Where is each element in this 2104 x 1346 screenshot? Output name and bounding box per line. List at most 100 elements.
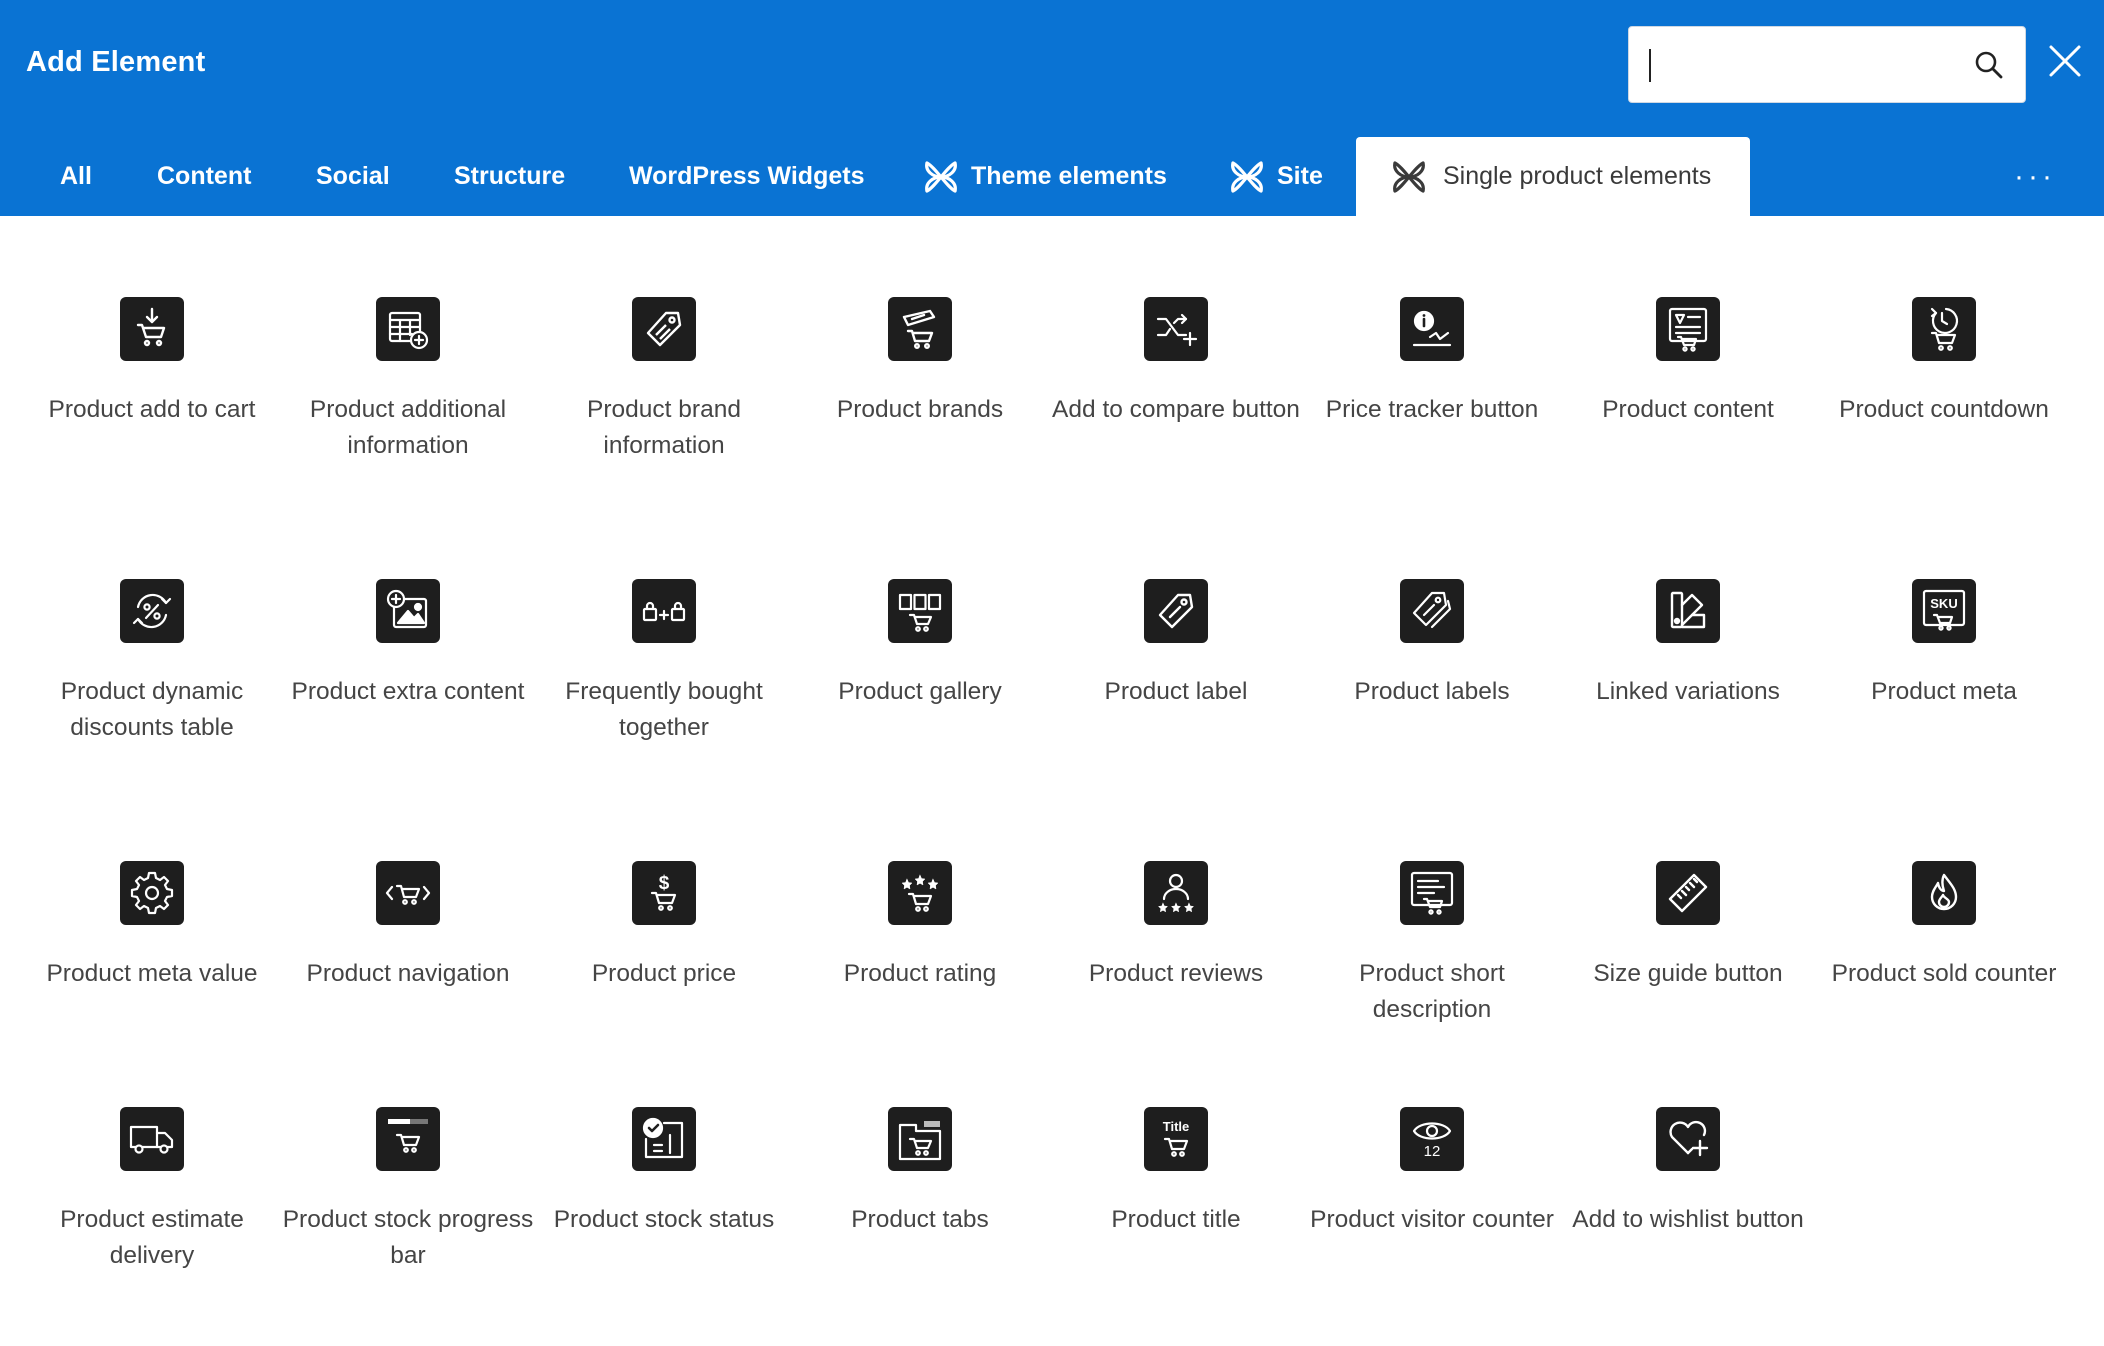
element-product-meta[interactable]: SKU Product meta bbox=[1816, 579, 2072, 710]
icon-counter-text: 12 bbox=[1424, 1143, 1441, 1160]
element-product-title[interactable]: Title Product title bbox=[1048, 1107, 1304, 1238]
dialog-header: Add Element All Content Social Structure… bbox=[0, 0, 2104, 216]
table-plus-icon bbox=[376, 297, 440, 361]
tab-site[interactable]: Site bbox=[1227, 137, 1323, 216]
element-product-add-to-cart[interactable]: Product add to cart bbox=[24, 297, 280, 428]
element-label: Product content bbox=[1602, 396, 1774, 423]
element-label: Product extra content bbox=[291, 678, 525, 705]
element-frequently-bought-together[interactable]: Frequently bought together bbox=[536, 579, 792, 746]
element-product-additional-information[interactable]: Product additional information bbox=[280, 297, 536, 464]
element-label: Product reviews bbox=[1088, 960, 1264, 987]
element-grid: Product add to cart Product additional i… bbox=[0, 216, 2104, 1346]
element-product-brand-information[interactable]: Product brand information bbox=[536, 297, 792, 464]
element-product-short-description[interactable]: Product short description bbox=[1304, 861, 1560, 1028]
element-product-rating[interactable]: Product rating bbox=[792, 861, 1048, 992]
progress-cart-icon bbox=[376, 1107, 440, 1171]
content-cart-icon bbox=[1656, 297, 1720, 361]
element-product-price[interactable]: $ Product price bbox=[536, 861, 792, 992]
tab-wordpress-widgets[interactable]: WordPress Widgets bbox=[629, 137, 864, 216]
more-tabs-button[interactable]: ··· bbox=[2005, 137, 2065, 216]
element-label: Price tracker button bbox=[1325, 396, 1539, 423]
truck-icon bbox=[120, 1107, 184, 1171]
percent-cycle-icon bbox=[120, 579, 184, 643]
element-product-brands[interactable]: Product brands bbox=[792, 297, 1048, 428]
element-product-stock-status[interactable]: Product stock status bbox=[536, 1107, 792, 1238]
sku-cart-icon: SKU bbox=[1912, 579, 1976, 643]
element-product-labels[interactable]: Product labels bbox=[1304, 579, 1560, 710]
description-cart-icon bbox=[1400, 861, 1464, 925]
theme-builder-icon bbox=[1231, 160, 1263, 193]
heart-plus-icon bbox=[1656, 1107, 1720, 1171]
search-icon[interactable] bbox=[1973, 49, 2005, 81]
search-input[interactable] bbox=[1643, 41, 1963, 89]
element-add-to-wishlist-button[interactable]: Add to wishlist button bbox=[1560, 1107, 1816, 1238]
tab-label: Social bbox=[316, 162, 390, 190]
element-label: Product visitor counter bbox=[1310, 1206, 1554, 1233]
element-product-dynamic-discounts-table[interactable]: Product dynamic discounts table bbox=[24, 579, 280, 746]
image-plus-icon bbox=[376, 579, 440, 643]
element-product-label[interactable]: Product label bbox=[1048, 579, 1304, 710]
tabs-cart-icon bbox=[888, 1107, 952, 1171]
element-product-sold-counter[interactable]: Product sold counter bbox=[1816, 861, 2072, 992]
element-label: Product estimate delivery bbox=[60, 1206, 244, 1269]
element-product-content[interactable]: Product content bbox=[1560, 297, 1816, 428]
info-chart-icon bbox=[1400, 297, 1464, 361]
element-label: Product price bbox=[591, 960, 737, 987]
element-product-stock-progress-bar[interactable]: Product stock progress bar bbox=[280, 1107, 536, 1274]
element-product-meta-value[interactable]: Product meta value bbox=[24, 861, 280, 992]
svg-text:$: $ bbox=[659, 873, 670, 894]
tab-social[interactable]: Social bbox=[316, 137, 390, 216]
tab-theme-elements[interactable]: Theme elements bbox=[921, 137, 1167, 216]
theme-builder-icon bbox=[925, 160, 957, 193]
cart-download-icon bbox=[120, 297, 184, 361]
element-label: Size guide button bbox=[1593, 960, 1783, 987]
tab-structure[interactable]: Structure bbox=[454, 137, 565, 216]
search-box[interactable] bbox=[1628, 26, 2026, 103]
user-stars-icon bbox=[1144, 861, 1208, 925]
label-icon bbox=[1144, 579, 1208, 643]
tab-label: Single product elements bbox=[1443, 162, 1712, 190]
element-label: Product stock status bbox=[553, 1206, 775, 1233]
element-product-navigation[interactable]: Product navigation bbox=[280, 861, 536, 992]
element-size-guide-button[interactable]: Size guide button bbox=[1560, 861, 1816, 992]
element-product-extra-content[interactable]: Product extra content bbox=[280, 579, 536, 710]
element-label: Frequently bought together bbox=[565, 678, 763, 741]
tab-label: All bbox=[60, 162, 92, 190]
element-price-tracker-button[interactable]: Price tracker button bbox=[1304, 297, 1560, 428]
element-label: Product add to cart bbox=[48, 396, 256, 423]
gear-icon bbox=[120, 861, 184, 925]
element-label: Product additional information bbox=[309, 396, 507, 459]
tab-label: Structure bbox=[454, 162, 566, 190]
element-label: Product stock progress bar bbox=[282, 1206, 534, 1269]
shuffle-plus-icon bbox=[1144, 297, 1208, 361]
element-add-to-compare-button[interactable]: Add to compare button bbox=[1048, 297, 1304, 428]
close-icon[interactable] bbox=[2044, 40, 2086, 82]
element-product-tabs[interactable]: Product tabs bbox=[792, 1107, 1048, 1238]
flame-icon bbox=[1912, 861, 1976, 925]
element-product-countdown[interactable]: Product countdown bbox=[1816, 297, 2072, 428]
element-label: Add to compare button bbox=[1052, 396, 1300, 423]
dollar-cart-icon: $ bbox=[632, 861, 696, 925]
element-linked-variations[interactable]: Linked variations bbox=[1560, 579, 1816, 710]
element-label: Product labels bbox=[1354, 678, 1510, 705]
element-product-visitor-counter[interactable]: 12 Product visitor counter bbox=[1304, 1107, 1560, 1238]
element-label: Product rating bbox=[843, 960, 997, 987]
element-label: Product navigation bbox=[306, 960, 510, 987]
element-label: Product title bbox=[1111, 1206, 1241, 1233]
tab-label: Theme elements bbox=[971, 162, 1167, 190]
element-product-estimate-delivery[interactable]: Product estimate delivery bbox=[24, 1107, 280, 1274]
cart-arrows-icon bbox=[376, 861, 440, 925]
tab-all[interactable]: All bbox=[60, 137, 92, 216]
tab-content[interactable]: Content bbox=[157, 137, 251, 216]
stars-cart-icon bbox=[888, 861, 952, 925]
element-label: Product sold counter bbox=[1831, 960, 2057, 987]
tab-single-product-elements[interactable]: Single product elements bbox=[1356, 137, 1750, 216]
tab-label: Site bbox=[1277, 162, 1323, 190]
element-label: Add to wishlist button bbox=[1572, 1206, 1804, 1233]
element-product-reviews[interactable]: Product reviews bbox=[1048, 861, 1304, 992]
element-product-gallery[interactable]: Product gallery bbox=[792, 579, 1048, 710]
element-label: Product brands bbox=[836, 396, 1004, 423]
icon-title-text: Title bbox=[1163, 1119, 1190, 1134]
tag-cart-icon bbox=[888, 297, 952, 361]
eye-counter-icon: 12 bbox=[1400, 1107, 1464, 1171]
